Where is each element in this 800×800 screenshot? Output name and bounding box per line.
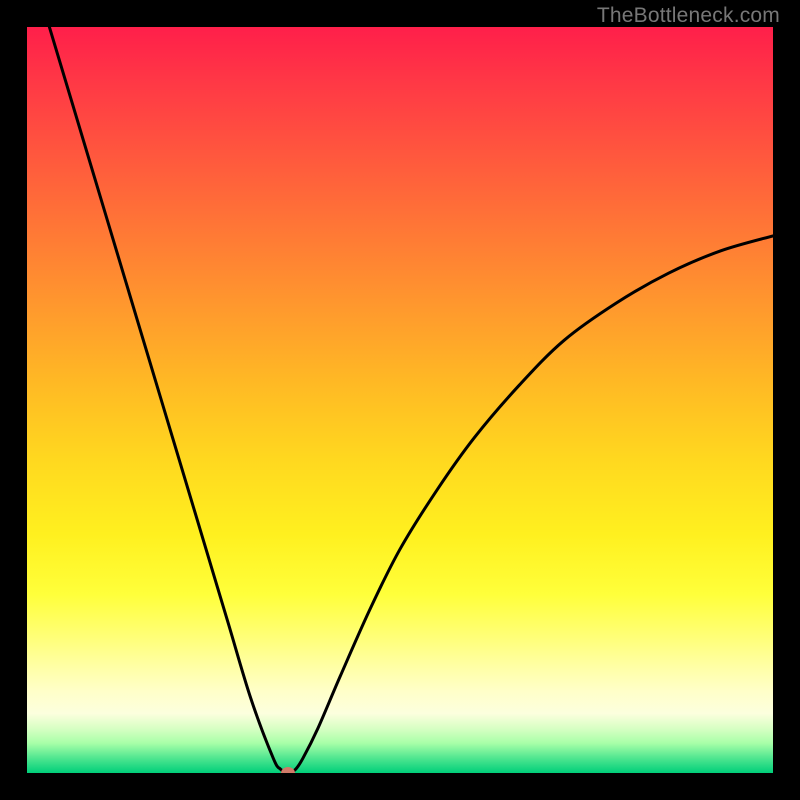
watermark-text: TheBottleneck.com [597, 4, 780, 28]
chart-frame [27, 27, 773, 773]
optimal-point-marker [281, 767, 295, 773]
chart-svg [27, 27, 773, 773]
bottleneck-curve [49, 27, 773, 773]
